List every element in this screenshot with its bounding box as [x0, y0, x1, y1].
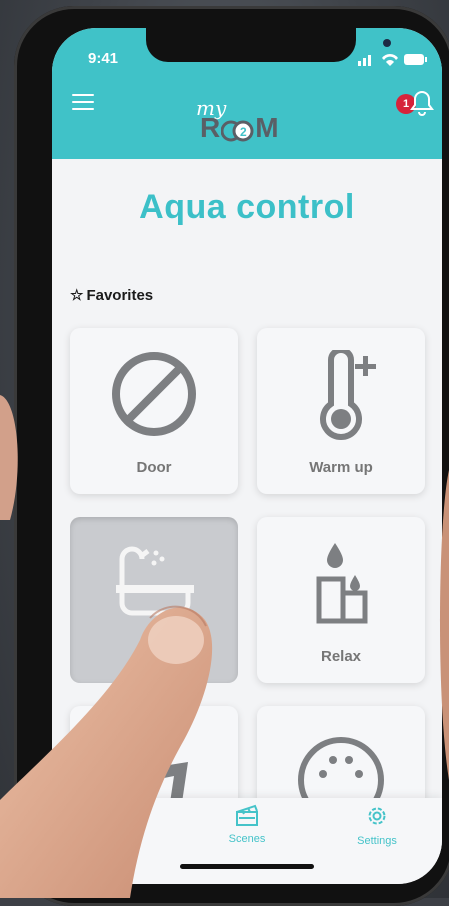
pointing-finger — [0, 395, 449, 898]
